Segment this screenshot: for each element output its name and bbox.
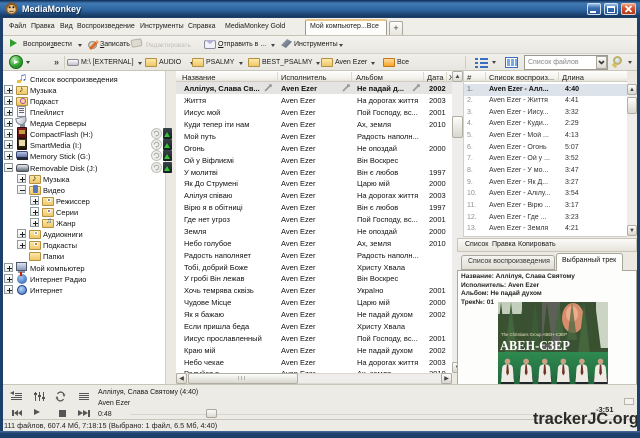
svg-text:АВЕН-ЄЗЕР: АВЕН-ЄЗЕР xyxy=(500,339,570,354)
svg-text:The Christians Group АВЕН-ЄЗЕР: The Christians Group АВЕН-ЄЗЕР xyxy=(501,332,567,337)
